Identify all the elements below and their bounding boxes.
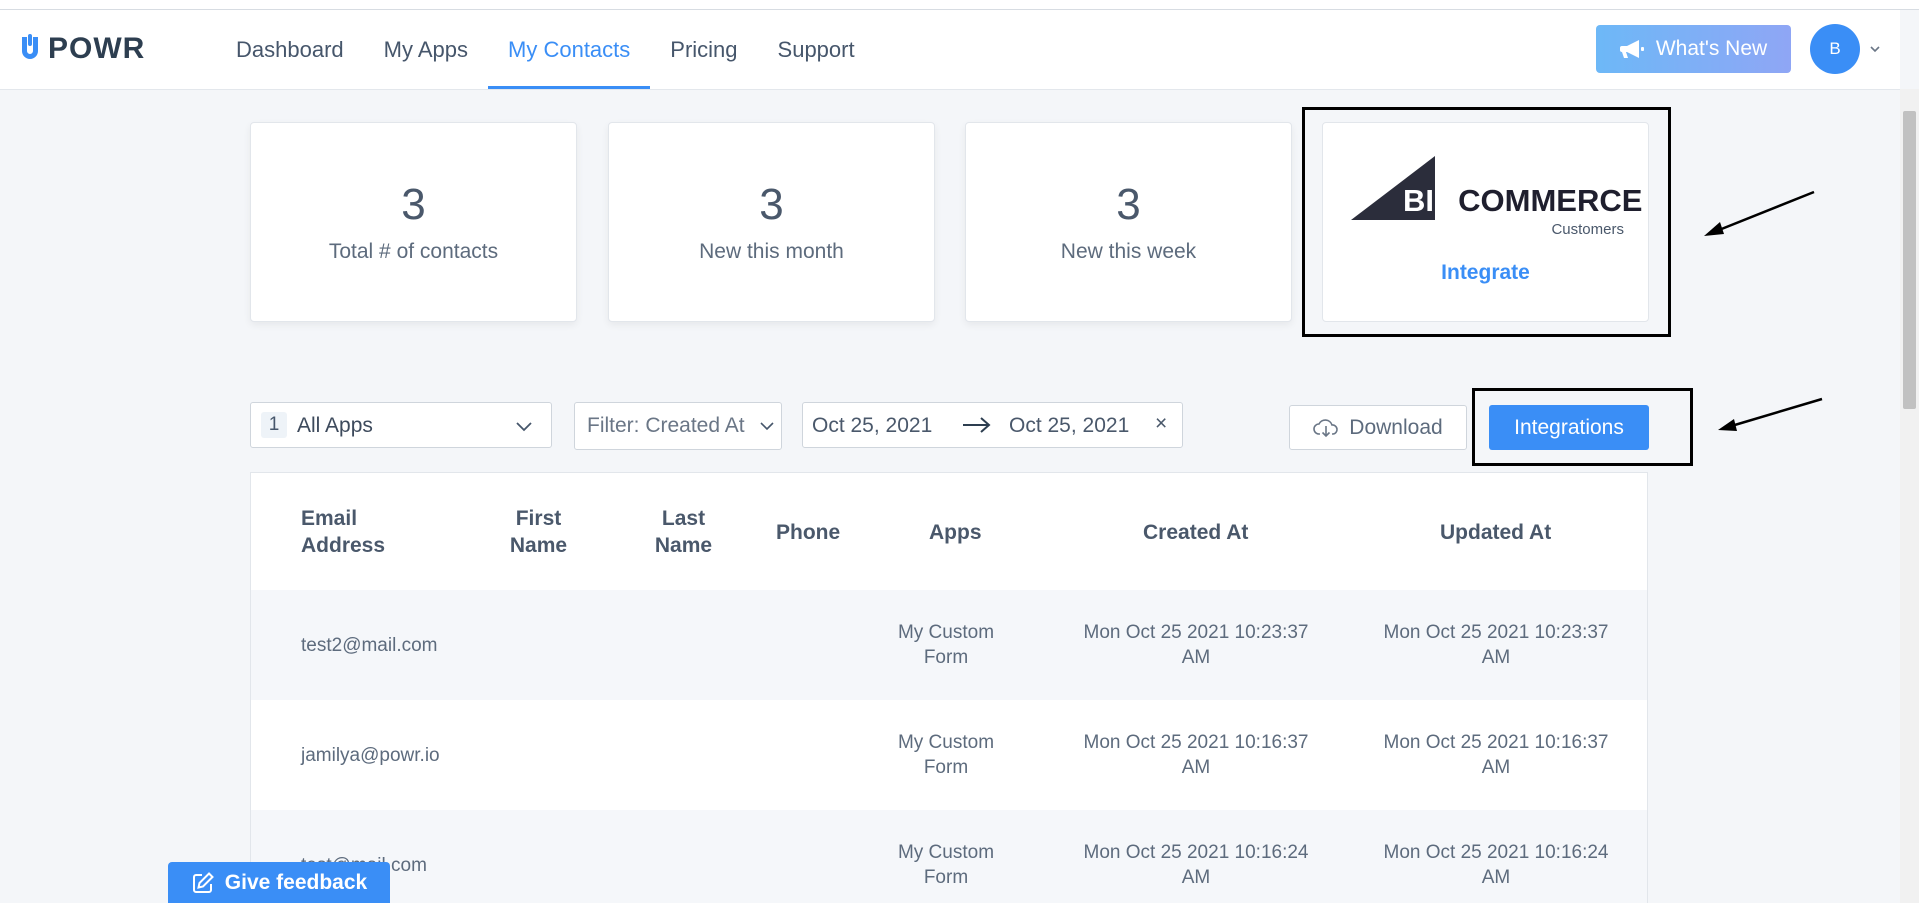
contacts-table: Email Address First Name Last Name Phone… <box>250 472 1648 903</box>
logo-wordmark: POWR <box>48 32 146 65</box>
stat-value: 3 <box>1116 180 1141 229</box>
user-avatar[interactable]: B <box>1810 24 1860 74</box>
filter-select-value: Filter: Created At <box>587 414 745 437</box>
bigcommerce-card: BIGCOMMERCE Customers Integrate <box>1322 122 1649 322</box>
powr-logo-icon <box>22 34 38 59</box>
chevron-down-icon <box>516 422 532 432</box>
page-scrollbar[interactable] <box>1900 89 1919 903</box>
date-end-input[interactable]: Oct 25, 2021 <box>1009 414 1129 438</box>
megaphone-icon <box>1619 40 1644 58</box>
edit-icon <box>192 871 214 893</box>
created-at-cell: Mon Oct 25 2021 10:16:37 AM <box>1083 732 1309 778</box>
updated-at-cell: Mon Oct 25 2021 10:16:24 AM <box>1383 842 1609 888</box>
stat-card-month: 3 New this month <box>608 122 935 322</box>
integrations-button[interactable]: Integrations <box>1489 405 1649 450</box>
stat-label: Total # of contacts <box>328 240 499 263</box>
give-feedback-label: Give feedback <box>224 870 368 894</box>
main-nav: Dashboard My Apps My Contacts Pricing Su… <box>216 10 875 89</box>
arrow-right-icon <box>963 417 991 433</box>
stat-label: New this month <box>699 240 844 263</box>
updated-at-cell: Mon Oct 25 2021 10:16:37 AM <box>1383 732 1609 778</box>
powr-logo[interactable]: POWR <box>18 32 145 66</box>
annotation-arrow-icon <box>1718 397 1823 431</box>
created-at-cell: Mon Oct 25 2021 10:16:24 AM <box>1083 842 1309 888</box>
bigcommerce-subtitle: Customers <box>1551 221 1624 238</box>
download-button[interactable]: Download <box>1289 405 1467 450</box>
apps-select-value: All Apps <box>297 414 373 437</box>
apps-cell: My Custom Form <box>897 732 995 778</box>
bigcommerce-wordmark: BIGCOMMERCE <box>1403 183 1642 219</box>
browser-top-edge <box>0 0 1919 10</box>
bigcommerce-wordmark-rest: COMMERCE <box>1458 183 1643 218</box>
column-header-last-name[interactable]: Last Name <box>636 505 731 559</box>
whats-new-button[interactable]: What's New <box>1596 25 1791 73</box>
nav-pricing[interactable]: Pricing <box>650 10 757 89</box>
email-cell: test2@mail.com <box>301 635 438 656</box>
nav-my-contacts[interactable]: My Contacts <box>488 10 651 89</box>
top-navbar: POWR Dashboard My Apps My Contacts Prici… <box>0 10 1900 90</box>
integrate-link[interactable]: Integrate <box>1323 261 1648 285</box>
whats-new-label: What's New <box>1655 37 1768 60</box>
column-header-apps[interactable]: Apps <box>929 519 982 546</box>
date-start-input[interactable]: Oct 25, 2021 <box>812 414 932 438</box>
table-row[interactable]: test@mail.com My Custom Form Mon Oct 25 … <box>251 810 1647 903</box>
stat-card-week: 3 New this week <box>965 122 1292 322</box>
apps-cell: My Custom Form <box>897 842 995 888</box>
created-at-cell: Mon Oct 25 2021 10:23:37 AM <box>1083 622 1309 668</box>
stat-label: New this week <box>1060 240 1197 263</box>
table-row[interactable]: jamilya@powr.io My Custom Form Mon Oct 2… <box>251 700 1647 810</box>
chevron-down-icon <box>759 418 775 434</box>
column-header-first-name[interactable]: First Name <box>491 505 586 559</box>
bigcommerce-logo: BIGCOMMERCE <box>1348 156 1642 220</box>
clear-date-icon[interactable]: × <box>1155 412 1167 436</box>
column-header-updated-at[interactable]: Updated At <box>1440 519 1551 546</box>
filter-select[interactable]: Filter: Created At <box>574 402 782 450</box>
column-header-created-at[interactable]: Created At <box>1143 519 1248 546</box>
nav-dashboard[interactable]: Dashboard <box>216 10 364 89</box>
apps-select[interactable]: 1 All Apps <box>250 402 552 448</box>
date-range-picker[interactable]: Oct 25, 2021 Oct 25, 2021 × <box>802 402 1183 448</box>
updated-at-cell: Mon Oct 25 2021 10:23:37 AM <box>1383 622 1609 668</box>
download-label: Download <box>1349 415 1443 439</box>
annotation-arrow-icon <box>1704 190 1815 236</box>
stat-value: 3 <box>759 180 784 229</box>
table-row[interactable]: test2@mail.com My Custom Form Mon Oct 25… <box>251 590 1647 700</box>
bigcommerce-wordmark-big: BIG <box>1403 183 1459 218</box>
stat-card-total: 3 Total # of contacts <box>250 122 577 322</box>
email-cell: jamilya@powr.io <box>301 745 440 766</box>
cloud-download-icon <box>1313 418 1339 437</box>
chevron-down-icon[interactable] <box>1868 42 1882 56</box>
column-header-email[interactable]: Email Address <box>301 505 421 559</box>
nav-support[interactable]: Support <box>758 10 875 89</box>
column-header-phone[interactable]: Phone <box>776 519 840 546</box>
stat-value: 3 <box>401 180 426 229</box>
nav-my-apps[interactable]: My Apps <box>364 10 488 89</box>
scrollbar-thumb[interactable] <box>1903 111 1916 409</box>
give-feedback-button[interactable]: Give feedback <box>168 862 390 903</box>
apps-count-badge: 1 <box>261 412 287 438</box>
apps-cell: My Custom Form <box>897 622 995 668</box>
